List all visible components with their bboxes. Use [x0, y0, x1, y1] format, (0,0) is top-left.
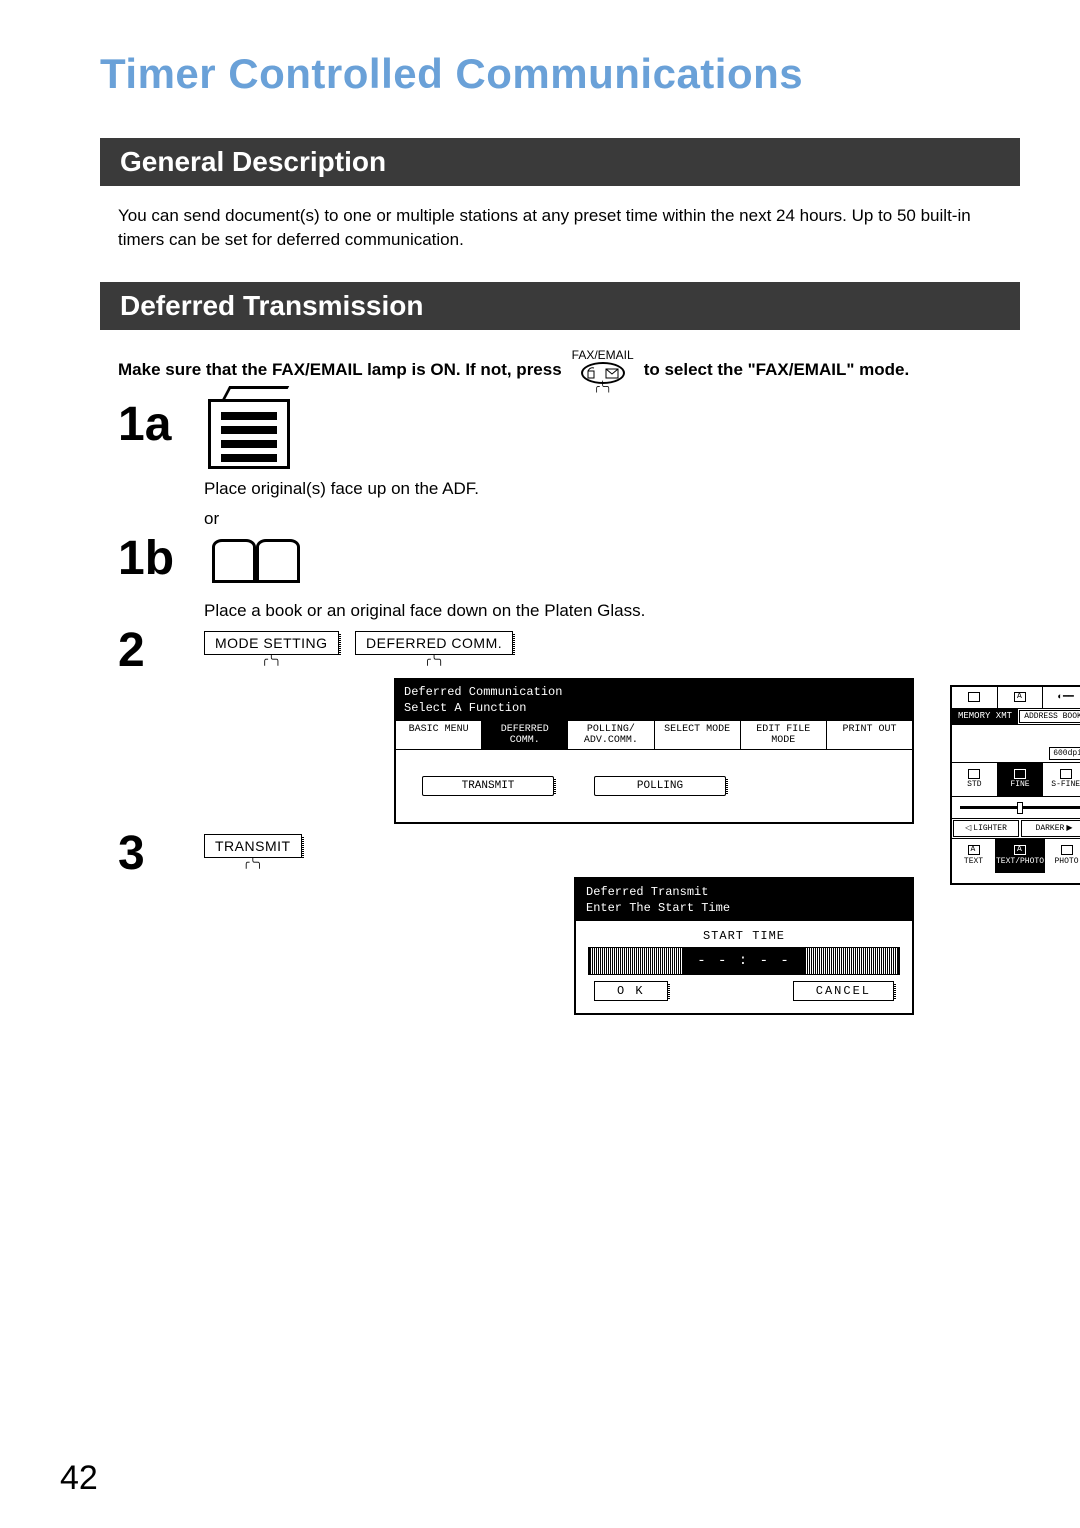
- grid-icon: [952, 687, 998, 708]
- transmit-key-label: TRANSMIT: [204, 834, 302, 858]
- lcd-deferred-communication: Deferred Communication Select A Function…: [394, 678, 914, 824]
- tab-edit-file-mode[interactable]: EDIT FILE MODE: [741, 721, 827, 749]
- step-1a: 1a Place original(s) face up on the ADF.…: [118, 401, 1020, 529]
- lcd1-header-line2: Select A Function: [404, 700, 904, 716]
- step-number-2: 2: [118, 627, 184, 675]
- address-book-button[interactable]: ADDRESS BOOK: [1019, 710, 1080, 723]
- instruction-suffix: to select the "FAX/EMAIL" mode.: [644, 360, 910, 380]
- mode-setting-label: MODE SETTING: [204, 631, 339, 655]
- resolution-std[interactable]: STD: [952, 763, 998, 796]
- start-time-label: START TIME: [588, 929, 900, 943]
- mode-photo[interactable]: PHOTO: [1045, 839, 1080, 873]
- step-1b-text: Place a book or an original face down on…: [204, 601, 1020, 621]
- general-description-text: You can send document(s) to one or multi…: [118, 204, 1020, 252]
- step-number-3: 3: [118, 830, 184, 878]
- start-time-field[interactable]: - - : - -: [588, 947, 900, 975]
- deferred-comm-key[interactable]: DEFERRED COMM. ╭╰╮: [355, 631, 513, 666]
- tab-select-mode[interactable]: SELECT MODE: [655, 721, 741, 749]
- transmit-key[interactable]: TRANSMIT ╭╰╮: [204, 834, 302, 869]
- resolution-sfine[interactable]: S-FINE: [1043, 763, 1080, 796]
- memory-xmt-indicator[interactable]: MEMORY XMT: [952, 709, 1018, 724]
- fax-email-key[interactable]: FAX/EMAIL ╭╰╮: [572, 348, 634, 393]
- density-bar-icon: ◐━━: [1043, 687, 1080, 708]
- lcd1-polling-button[interactable]: POLLING: [594, 776, 726, 796]
- mode-setting-key[interactable]: MODE SETTING ╭╰╮: [204, 631, 339, 666]
- ok-button[interactable]: O K: [594, 981, 668, 1001]
- mode-text[interactable]: TEXT: [952, 839, 996, 873]
- doc-icon: [998, 687, 1044, 708]
- tab-print-out[interactable]: PRINT OUT: [827, 721, 912, 749]
- triangle-left-icon: ◁: [965, 823, 971, 833]
- step-2: 2 MODE SETTING ╭╰╮ DEFERRED COMM. ╭╰╮ De…: [118, 627, 1020, 824]
- lcd1-header-line1: Deferred Communication: [404, 684, 904, 700]
- page-number: 42: [60, 1459, 98, 1498]
- lcd1-tabs: BASIC MENU DEFERRED COMM. POLLING/ ADV.C…: [396, 720, 912, 750]
- lcd1-transmit-button[interactable]: TRANSMIT: [422, 776, 554, 796]
- settings-side-panel: ◐━━ MEMORY XMT ADDRESS BOOK 600dpi STD F…: [950, 685, 1080, 885]
- deferred-comm-label: DEFERRED COMM.: [355, 631, 513, 655]
- tab-polling-adv[interactable]: POLLING/ ADV.COMM.: [568, 721, 654, 749]
- tab-basic-menu[interactable]: BASIC MENU: [396, 721, 482, 749]
- section-heading-deferred: Deferred Transmission: [100, 282, 1020, 330]
- darker-button[interactable]: DARKER▶: [1021, 820, 1080, 837]
- fax-email-oval-icon: [581, 362, 625, 384]
- density-slider[interactable]: [952, 797, 1080, 819]
- book-platen-icon: [208, 539, 308, 591]
- mode-text-photo[interactable]: TEXT/PHOTO: [996, 839, 1045, 873]
- adf-icon: [208, 399, 290, 469]
- resolution-fine[interactable]: FINE: [998, 763, 1044, 796]
- cancel-button[interactable]: CANCEL: [793, 981, 894, 1001]
- step-1b: 1b Place a book or an original face down…: [118, 535, 1020, 621]
- step-1a-or: or: [204, 509, 1020, 529]
- lcd-deferred-transmit: Deferred Transmit Enter The Start Time S…: [574, 877, 914, 1015]
- instruction-prefix: Make sure that the FAX/EMAIL lamp is ON.…: [118, 360, 562, 380]
- page-title: Timer Controlled Communications: [100, 50, 1020, 98]
- lighter-button[interactable]: ◁LIGHTER: [953, 820, 1019, 837]
- dpi-button[interactable]: 600dpi: [1049, 747, 1080, 760]
- tab-deferred-comm[interactable]: DEFERRED COMM.: [482, 721, 568, 749]
- section-heading-general: General Description: [100, 138, 1020, 186]
- triangle-right-icon: ▶: [1066, 823, 1072, 833]
- lcd2-header-line1: Deferred Transmit: [586, 884, 902, 900]
- press-hand-icon: ╭╰╮: [594, 382, 612, 393]
- step-3: 3 TRANSMIT ╭╰╮ Deferred Transmit Enter T…: [118, 830, 1020, 1015]
- phone-icon: [587, 367, 601, 379]
- step-number-1a: 1a: [118, 401, 184, 449]
- fax-email-caption: FAX/EMAIL: [572, 348, 634, 362]
- step-1a-text: Place original(s) face up on the ADF.: [204, 479, 1020, 499]
- lcd2-header-line2: Enter The Start Time: [586, 900, 902, 916]
- step-number-1b: 1b: [118, 535, 184, 583]
- envelope-icon: [605, 367, 619, 379]
